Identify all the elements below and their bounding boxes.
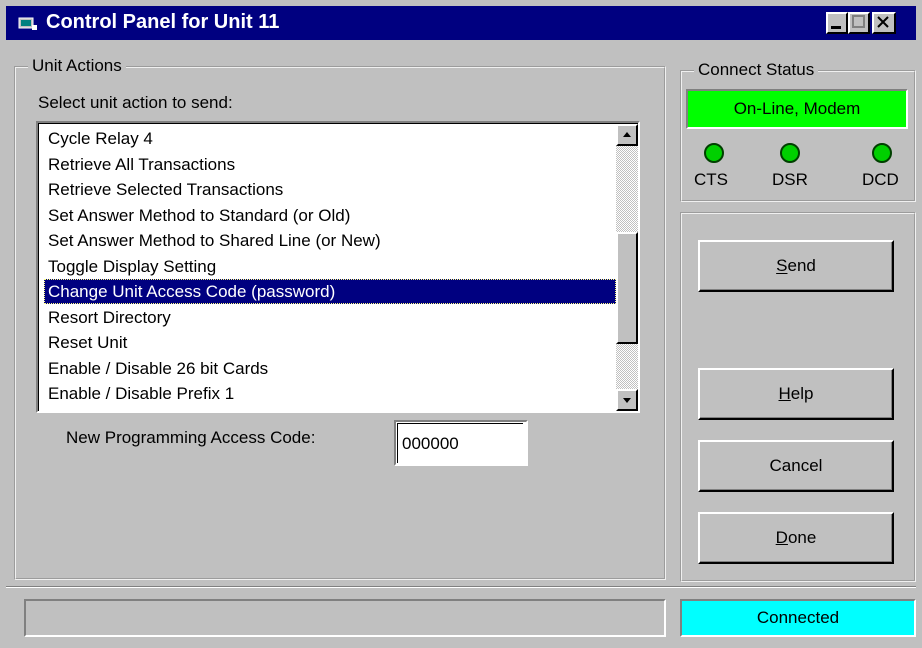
access-code-field-frame	[394, 420, 528, 466]
list-item[interactable]: Enable / Disable Prefix 1	[44, 381, 616, 406]
list-item[interactable]: Change Unit Access Code (password)	[44, 279, 616, 304]
list-item[interactable]: Toggle Display Setting	[44, 254, 616, 279]
cancel-button-label: Cancel	[769, 456, 823, 475]
done-button-label: Done	[775, 528, 817, 547]
title-bar[interactable]: Control Panel for Unit 11	[6, 6, 916, 40]
send-button-label: Send	[776, 256, 816, 275]
scroll-thumb[interactable]	[616, 232, 638, 344]
dsr-label: DSR	[772, 170, 808, 189]
connection-state-pane: Connected	[680, 599, 916, 637]
cts-label: CTS	[694, 170, 728, 189]
app-icon	[18, 17, 37, 30]
unit-actions-group-label: Unit Actions	[28, 56, 126, 76]
access-code-label: New Programming Access Code:	[66, 428, 316, 447]
list-item[interactable]: Set Answer Method to Standard (or Old)	[44, 203, 616, 228]
help-button[interactable]: Help	[698, 368, 894, 420]
maximize-icon	[852, 15, 865, 28]
access-code-input[interactable]	[397, 423, 523, 463]
close-button[interactable]	[872, 12, 896, 34]
list-item[interactable]: Retrieve All Transactions	[44, 152, 616, 177]
window-title: Control Panel for Unit 11	[46, 11, 280, 33]
help-button-label: Help	[778, 384, 814, 403]
status-message-pane	[24, 599, 666, 637]
done-button[interactable]: Done	[698, 512, 894, 564]
list-item[interactable]: Set Answer Method to Shared Line (or New…	[44, 228, 616, 253]
list-item[interactable]: Cycle Relay 4	[44, 126, 616, 151]
vertical-scrollbar[interactable]	[616, 124, 638, 411]
connection-status-indicator: On-Line, Modem	[686, 89, 908, 129]
list-item[interactable]: Resort Directory	[44, 305, 616, 330]
arrow-up-icon	[623, 132, 631, 137]
maximize-button[interactable]	[848, 12, 870, 34]
close-icon	[877, 16, 889, 28]
minimize-icon	[831, 26, 841, 29]
list-item[interactable]: Retrieve Selected Transactions	[44, 177, 616, 202]
cancel-button[interactable]: Cancel	[698, 440, 894, 492]
cts-led-icon	[704, 143, 724, 163]
dsr-led-icon	[780, 143, 800, 163]
unit-action-listbox[interactable]: Cycle Relay 4 Retrieve All Transactions Re…	[36, 121, 640, 413]
send-button[interactable]: Send	[698, 240, 894, 292]
dcd-led-icon	[872, 143, 892, 163]
listbox-content: Cycle Relay 4 Retrieve All Transactions Re…	[38, 123, 638, 411]
control-panel-window: Control Panel for Unit 11 Unit Actions S…	[0, 0, 922, 648]
status-separator	[6, 586, 916, 588]
arrow-down-icon	[623, 398, 631, 403]
list-item[interactable]: Enable / Disable 26 bit Cards	[44, 356, 616, 381]
dcd-label: DCD	[862, 170, 899, 189]
connect-status-group-label: Connect Status	[694, 60, 819, 80]
select-action-prompt: Select unit action to send:	[38, 93, 233, 112]
scroll-down-button[interactable]	[616, 389, 638, 411]
list-item[interactable]: Reset Unit	[44, 330, 616, 355]
scroll-up-button[interactable]	[616, 124, 638, 146]
minimize-button[interactable]	[826, 12, 848, 34]
